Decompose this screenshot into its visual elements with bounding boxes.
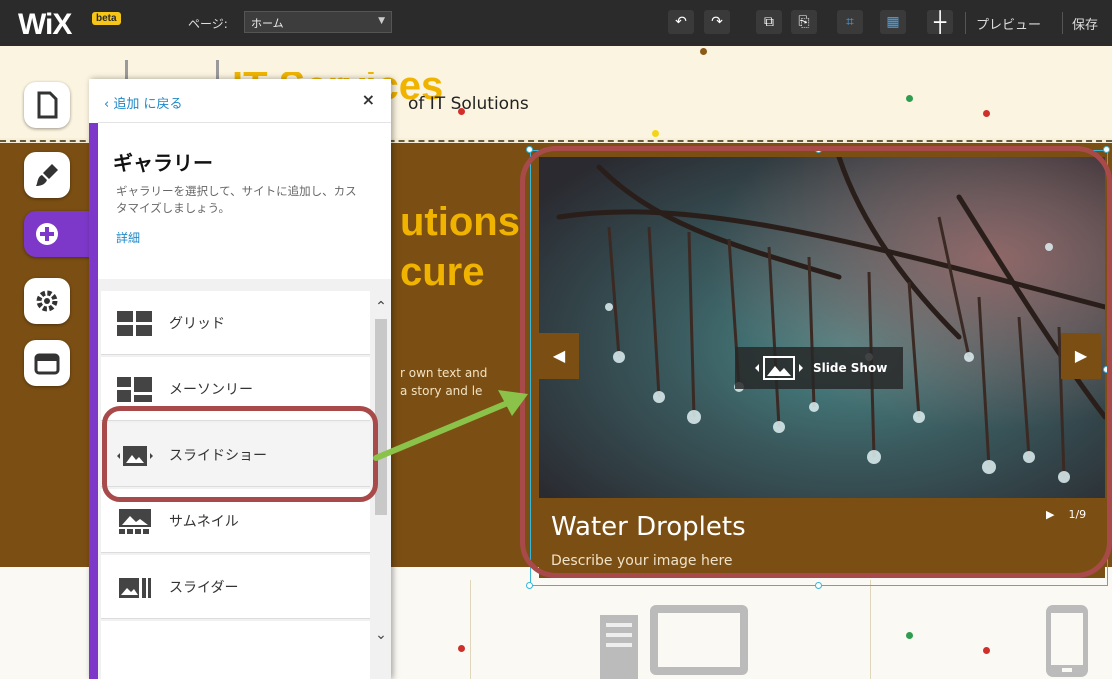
page-select[interactable]: ホーム ▼	[244, 11, 392, 33]
divider	[1062, 12, 1063, 34]
grid-gallery-icon	[117, 311, 152, 336]
grid-toggle-icon[interactable]: ⌗	[837, 10, 863, 34]
masonry-gallery-icon	[117, 377, 152, 402]
guide-dot	[906, 95, 913, 102]
gallery-option-label: メーソンリー	[169, 382, 253, 398]
highlight-slideshow-option	[102, 406, 378, 502]
divider	[965, 12, 966, 34]
guide-dot	[700, 48, 707, 55]
app-market-icon[interactable]	[24, 340, 70, 386]
resize-handle[interactable]	[1103, 146, 1110, 153]
column-divider	[870, 580, 871, 679]
resize-handle[interactable]	[526, 582, 533, 589]
gallery-option-label: サムネイル	[169, 514, 239, 530]
gallery-option-label: スライダー	[169, 580, 239, 596]
desktop-computer-icon	[600, 605, 748, 679]
panel-accent-bar	[89, 123, 98, 679]
back-link-label: 追加 に戻る	[113, 97, 183, 112]
gallery-option-slider[interactable]: スライダー	[101, 555, 370, 619]
hero-text-line1: r own text and	[400, 366, 488, 380]
page-select-value: ホーム	[251, 17, 284, 30]
learn-more-link[interactable]: 詳細	[116, 229, 140, 246]
ruler-icon[interactable]: ┼	[927, 10, 953, 34]
site-subtitle[interactable]: of IT Solutions	[408, 94, 529, 114]
guide-dot	[458, 645, 465, 652]
add-plus-icon[interactable]	[24, 211, 90, 257]
highlight-slideshow-canvas	[520, 146, 1112, 578]
slider-gallery-icon	[119, 578, 151, 598]
preview-button[interactable]: プレビュー	[976, 14, 1041, 33]
guide-dot	[983, 647, 990, 654]
add-gallery-panel: ‹ 追加 に戻る × ギャラリー ギャラリーを選択して、サイトに追加し、カスタマ…	[89, 79, 391, 679]
close-icon[interactable]: ×	[362, 90, 375, 109]
guide-dot	[652, 130, 659, 137]
copy-icon[interactable]: ⧉	[756, 10, 782, 34]
thumbnail-gallery-icon	[119, 509, 151, 534]
pages-icon[interactable]	[24, 82, 70, 128]
chevron-left-icon: ‹	[104, 97, 114, 112]
redo-icon[interactable]: ↷	[704, 10, 730, 34]
top-toolbar: WiX beta ページ: ホーム ▼ ↶ ↷ ⧉ ⎘ ⌗ ▦ ┼ プレビュー …	[0, 0, 1112, 46]
scroll-down-icon[interactable]: ⌄	[373, 627, 389, 643]
undo-icon[interactable]: ↶	[668, 10, 694, 34]
save-button[interactable]: 保存	[1072, 14, 1098, 33]
gallery-option-grid[interactable]: グリッド	[101, 291, 370, 355]
panel-description: ギャラリーを選択して、サイトに追加し、カスタマイズしましょう。	[116, 184, 357, 215]
chevron-down-icon: ▼	[378, 16, 385, 26]
column-divider	[470, 580, 471, 679]
hero-heading-line1[interactable]: utions	[400, 200, 520, 245]
annotation-arrow-icon	[373, 390, 528, 461]
beta-badge: beta	[92, 12, 121, 25]
snap-toggle-icon[interactable]: ▦	[880, 10, 906, 34]
paste-icon[interactable]: ⎘	[791, 10, 817, 34]
guide-dot	[983, 110, 990, 117]
wix-logo[interactable]: WiX	[18, 8, 72, 42]
resize-handle[interactable]	[526, 146, 533, 153]
panel-title: ギャラリー	[113, 151, 213, 175]
guide-dot	[458, 108, 465, 115]
gallery-option-more[interactable]	[101, 621, 370, 679]
page-label: ページ:	[188, 17, 228, 31]
scroll-up-icon[interactable]: ⌃	[373, 299, 389, 315]
guide-dot	[906, 632, 913, 639]
hero-heading-line2[interactable]: cure	[400, 250, 485, 295]
smartphone-icon	[1046, 605, 1088, 677]
back-to-add-link[interactable]: ‹ 追加 に戻る	[104, 93, 182, 112]
resize-handle[interactable]	[815, 582, 822, 589]
panel-header: ‹ 追加 に戻る ×	[98, 79, 391, 123]
settings-gear-icon[interactable]	[24, 278, 70, 324]
design-brush-icon[interactable]	[24, 152, 70, 198]
gallery-option-label: グリッド	[169, 316, 225, 332]
